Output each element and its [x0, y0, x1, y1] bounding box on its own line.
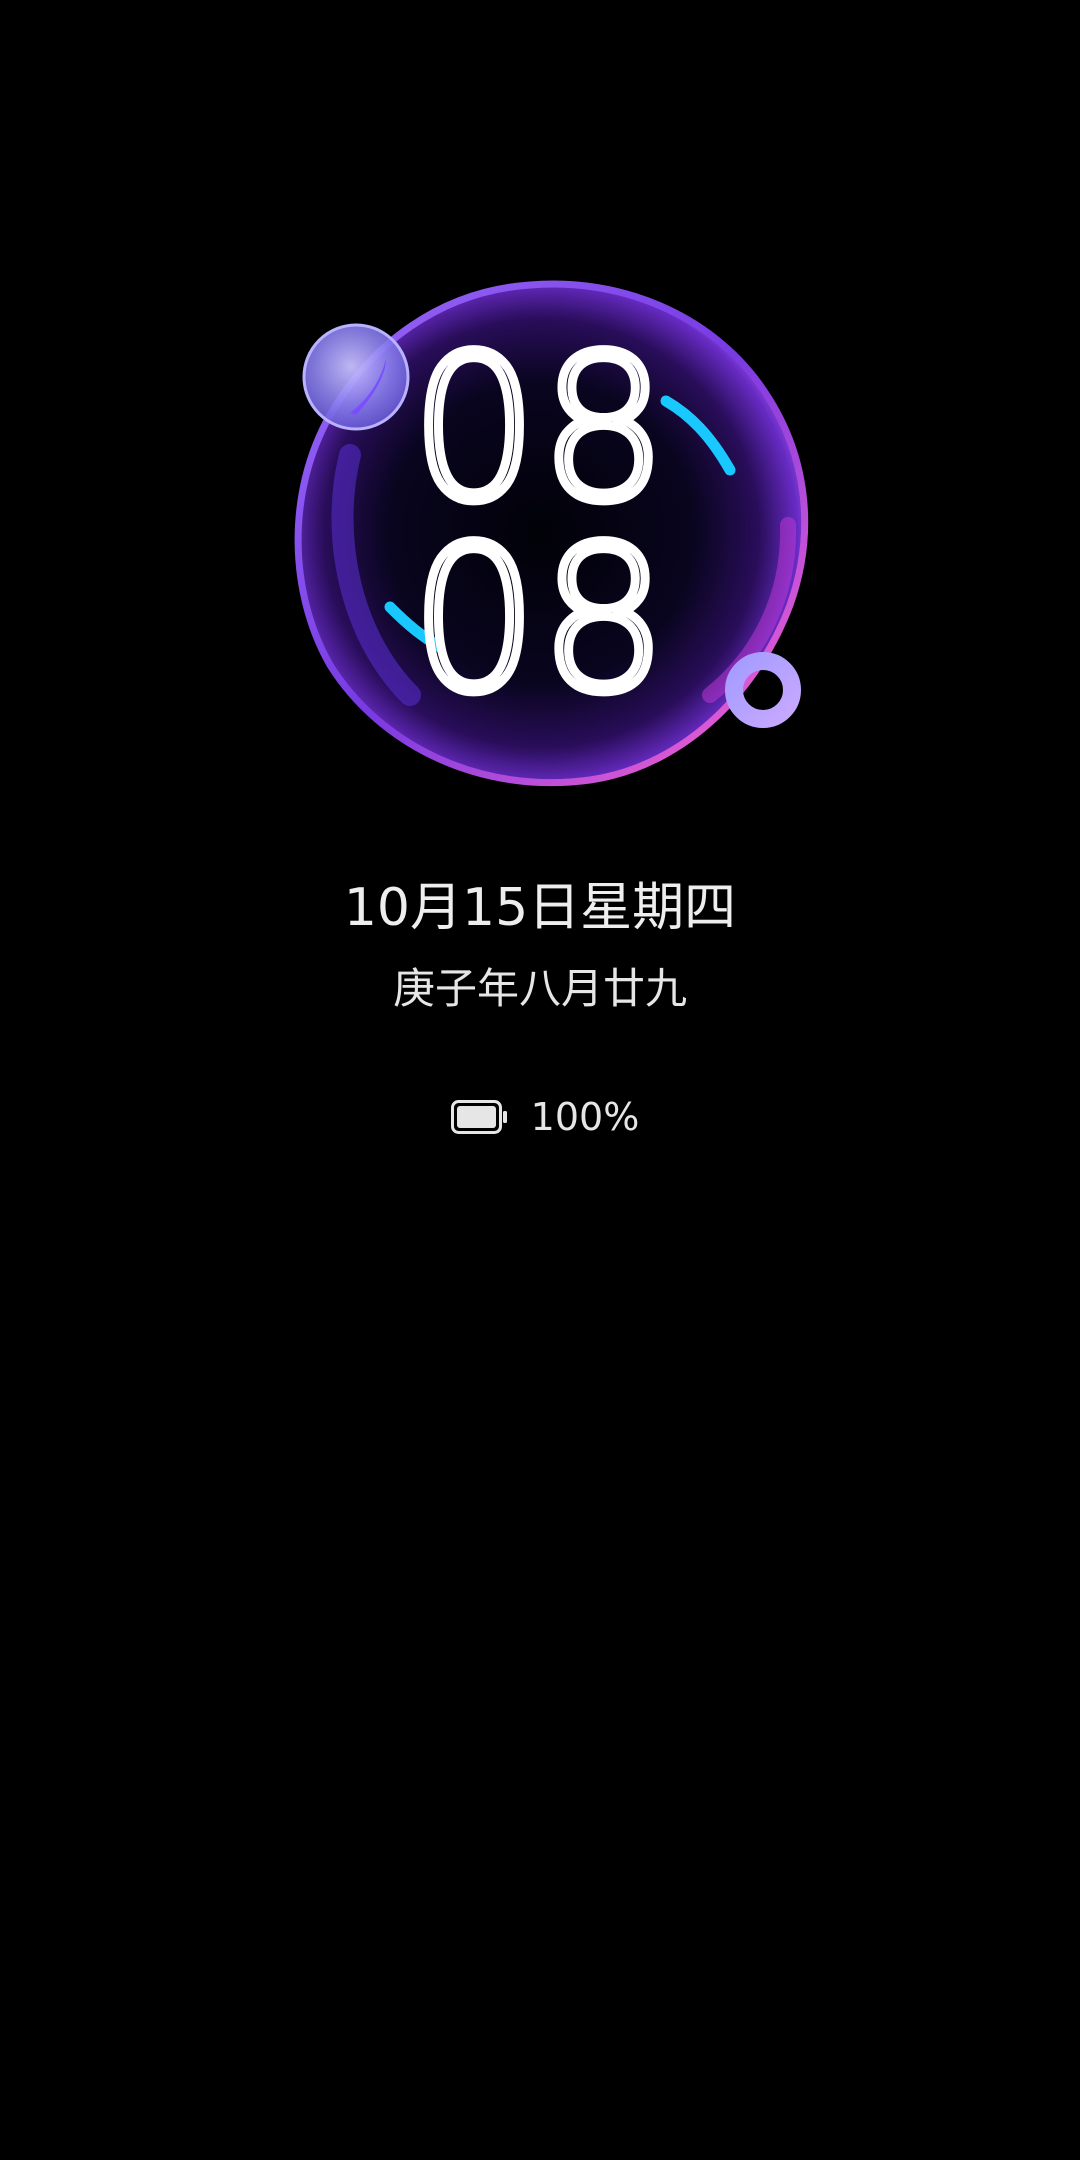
battery-level-fill — [456, 1106, 496, 1128]
battery-icon — [450, 1100, 507, 1134]
clock-hours: 08 — [406, 313, 672, 546]
battery-percent-label: 100% — [530, 1095, 640, 1139]
lunar-date-label: 庚子年八月廿九 — [392, 964, 687, 1013]
always-on-display-screen: 08 08 10月15日星期四 庚子年八月廿九 100% — [0, 0, 1080, 2160]
date-label: 10月15日星期四 — [343, 878, 737, 938]
battery-status: 100% — [0, 1092, 1080, 1142]
clock-minutes: 08 — [406, 504, 672, 737]
